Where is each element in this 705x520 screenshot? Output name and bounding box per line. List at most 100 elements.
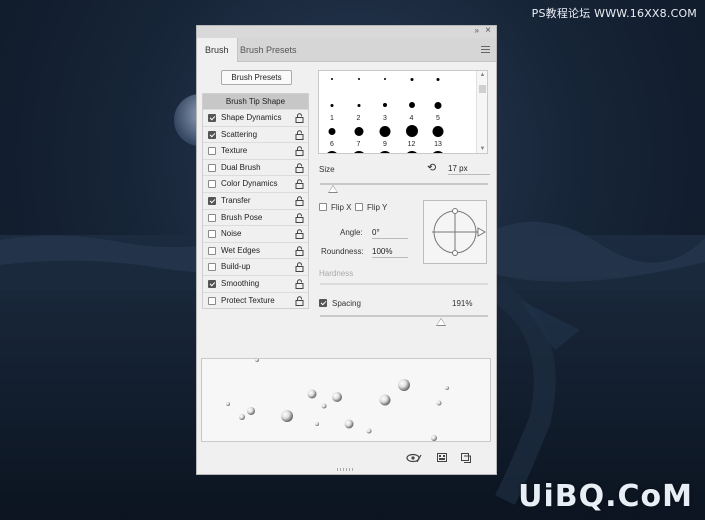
option-checkbox[interactable]: [208, 263, 216, 272]
brush-tip-cell[interactable]: 9: [372, 123, 398, 149]
brush-tip-cell[interactable]: 7: [346, 123, 372, 149]
close-icon[interactable]: ×: [485, 25, 491, 36]
lock-icon[interactable]: [295, 113, 304, 123]
option-checkbox[interactable]: [208, 246, 216, 255]
brush-option-row[interactable]: Wet Edges: [203, 241, 308, 259]
lock-icon[interactable]: [295, 179, 304, 190]
brush-tip-cell[interactable]: [346, 71, 372, 97]
lock-icon[interactable]: [295, 196, 304, 206]
flip-y-checkbox[interactable]: [355, 203, 363, 211]
brush-tip-cell[interactable]: 2: [346, 97, 372, 123]
option-checkbox[interactable]: [208, 196, 216, 205]
panel-resize-grip[interactable]: [337, 468, 355, 471]
create-new-brush-icon[interactable]: [461, 453, 471, 463]
brush-tip-shape-item[interactable]: Brush Tip Shape: [203, 94, 308, 109]
hardness-slider-track: [320, 283, 488, 285]
brush-option-row[interactable]: Build-up: [203, 258, 308, 275]
option-checkbox[interactable]: [208, 147, 216, 156]
brush-option-row[interactable]: Color Dynamics: [203, 175, 308, 192]
spacing-slider-thumb[interactable]: [435, 318, 446, 326]
brush-option-row[interactable]: Protect Texture: [203, 291, 308, 309]
tab-brush-presets[interactable]: Brush Presets: [232, 38, 305, 62]
brush-tip-size: 2: [356, 115, 361, 122]
brush-tip-cell[interactable]: 1: [319, 97, 345, 123]
option-label: Protect Texture: [221, 295, 275, 305]
brush-tip-size: 12: [407, 141, 416, 148]
angle-label: Angle:: [340, 228, 363, 237]
brush-tip-cell[interactable]: 16: [319, 149, 345, 153]
option-checkbox[interactable]: [208, 180, 216, 189]
option-checkbox[interactable]: [208, 296, 216, 305]
brush-tip-cell[interactable]: [372, 71, 398, 97]
brush-option-row[interactable]: Dual Brush: [203, 158, 308, 176]
option-label: Color Dynamics: [221, 179, 278, 189]
brush-option-row[interactable]: Transfer: [203, 191, 308, 209]
angle-value[interactable]: 0°: [372, 227, 408, 239]
panel-title-bar[interactable]: » ×: [197, 25, 496, 38]
brush-tip-cell[interactable]: [319, 71, 345, 97]
lock-icon[interactable]: [295, 279, 304, 289]
option-checkbox[interactable]: [208, 213, 216, 222]
collapse-icon[interactable]: »: [475, 26, 480, 35]
brush-tip-cell[interactable]: 13: [425, 123, 451, 149]
brush-tip-grid[interactable]: 1234567912131618192428 ▲ ▼: [318, 70, 488, 154]
scroll-down-icon[interactable]: ▼: [477, 146, 487, 152]
brush-option-row[interactable]: Noise: [203, 225, 308, 242]
brush-tip-dot: [378, 151, 392, 153]
lock-icon[interactable]: [295, 129, 304, 140]
brush-option-row[interactable]: Brush Pose: [203, 208, 308, 226]
brush-stroke-preview: [201, 358, 491, 442]
brush-tip-dot: [434, 101, 442, 109]
brush-tip-dot: [357, 78, 360, 80]
lock-icon[interactable]: [295, 146, 304, 157]
brush-tip-cell[interactable]: 28: [425, 149, 451, 153]
option-checkbox[interactable]: [208, 279, 216, 288]
spacing-value[interactable]: 191%: [452, 299, 472, 308]
lock-icon[interactable]: [295, 163, 304, 173]
scroll-thumb[interactable]: [479, 85, 486, 93]
option-checkbox[interactable]: [208, 114, 216, 122]
brush-option-row[interactable]: Smoothing: [203, 274, 308, 292]
brush-tip-cell[interactable]: 5: [425, 97, 451, 123]
size-value[interactable]: 17 px: [448, 163, 490, 175]
brush-tip-cell[interactable]: 12: [399, 123, 425, 149]
size-slider-track[interactable]: [320, 183, 488, 185]
toggle-live-tip-preview-icon[interactable]: [406, 453, 422, 463]
open-preset-manager-icon[interactable]: [437, 453, 447, 462]
roundness-value[interactable]: 100%: [372, 246, 408, 258]
option-checkbox[interactable]: [208, 130, 216, 139]
lock-icon[interactable]: [295, 229, 304, 240]
brush-tip-cell[interactable]: [425, 71, 451, 97]
option-checkbox[interactable]: [208, 163, 216, 172]
brush-tip-size: 1: [330, 115, 334, 122]
brush-tip-cell[interactable]: 3: [372, 97, 398, 123]
brush-presets-button[interactable]: Brush Presets: [221, 70, 292, 85]
brush-tip-cell[interactable]: 6: [319, 123, 345, 149]
lock-icon[interactable]: [295, 246, 304, 256]
brush-tip-cell[interactable]: 24: [399, 149, 425, 153]
brush-tip-cell[interactable]: [399, 71, 425, 97]
scroll-up-icon[interactable]: ▲: [477, 72, 487, 78]
brush-tip-cell[interactable]: 4: [399, 97, 425, 123]
size-slider-thumb[interactable]: [328, 185, 339, 193]
tip-grid-scrollbar[interactable]: ▲ ▼: [476, 71, 487, 153]
lock-icon[interactable]: [295, 295, 304, 306]
lock-icon[interactable]: [295, 212, 304, 223]
watermark-top: PS教程论坛 WWW.16XX8.COM: [531, 7, 697, 20]
brush-option-row[interactable]: Texture: [203, 142, 308, 159]
brush-tip-dot: [328, 127, 336, 135]
reset-size-icon[interactable]: ⟲: [427, 161, 436, 174]
spacing-slider-track[interactable]: [320, 315, 488, 317]
brush-tip-size: 4: [409, 115, 414, 122]
option-checkbox[interactable]: [208, 230, 216, 239]
panel-menu-icon[interactable]: [481, 46, 490, 53]
flip-x-checkbox[interactable]: [319, 203, 327, 211]
brush-option-row[interactable]: Scattering: [203, 125, 308, 143]
angle-roundness-widget[interactable]: [423, 200, 487, 264]
lock-icon[interactable]: [295, 262, 304, 273]
brush-tip-cell[interactable]: 19: [372, 149, 398, 153]
spacing-checkbox[interactable]: [319, 299, 327, 307]
brush-tip-cell[interactable]: 18: [346, 149, 372, 153]
brush-option-row[interactable]: Shape Dynamics: [203, 109, 308, 126]
size-label: Size: [319, 165, 335, 174]
